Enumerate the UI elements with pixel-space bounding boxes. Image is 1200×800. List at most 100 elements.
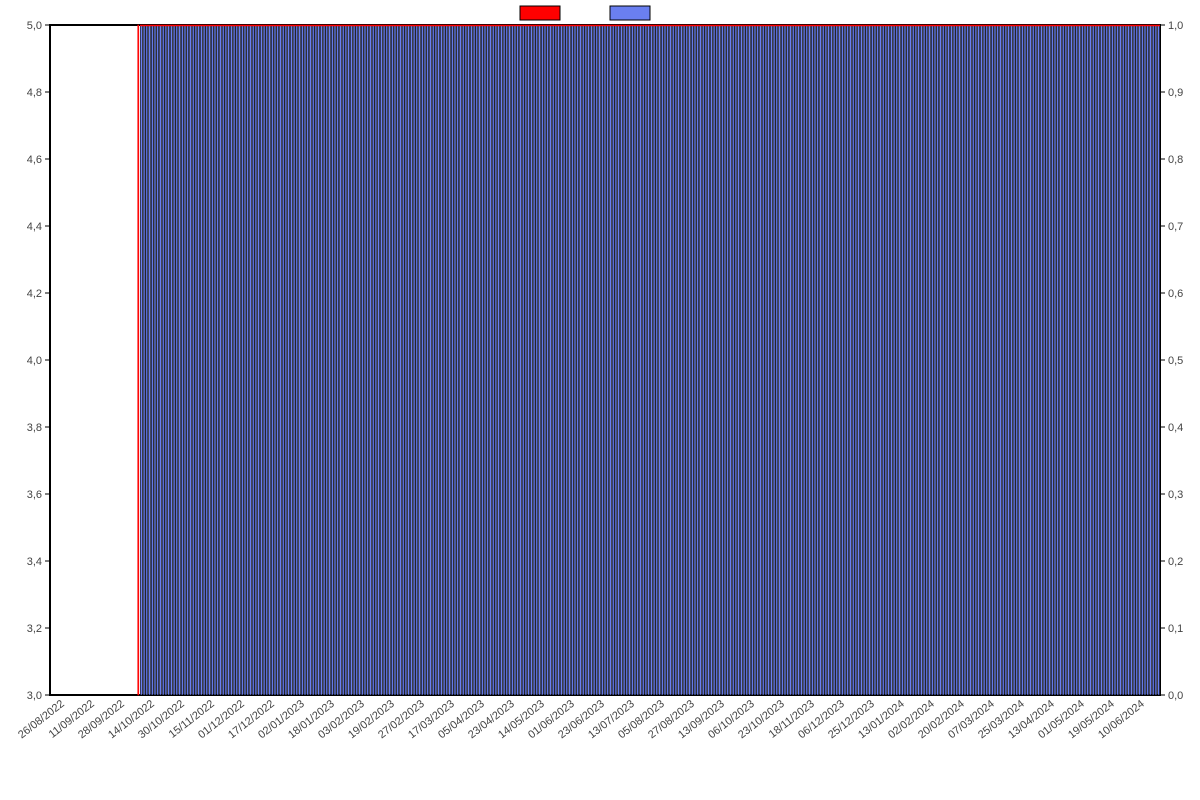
- bar-series2: [915, 25, 917, 695]
- bar-series2: [689, 25, 691, 695]
- bar-series2: [1103, 25, 1105, 695]
- bar-series2: [473, 25, 475, 695]
- bar-series2: [1098, 25, 1100, 695]
- bar-series2: [168, 25, 170, 695]
- bar-series2: [847, 25, 849, 695]
- bar-series2: [863, 25, 865, 695]
- left-tick-label: 3,0: [27, 690, 42, 702]
- bar-series2: [809, 25, 811, 695]
- bar-series2: [140, 25, 142, 695]
- bar-series2: [749, 25, 751, 695]
- bar-series2: [1087, 25, 1089, 695]
- bar-series2: [165, 25, 167, 695]
- bar-series2: [569, 25, 571, 695]
- right-tick-label: 0,2: [1168, 556, 1183, 568]
- bar-series2: [555, 25, 557, 695]
- bar-series2: [844, 25, 846, 695]
- bar-series2: [743, 25, 745, 695]
- bar-series2: [1084, 25, 1086, 695]
- bar-series2: [1046, 25, 1048, 695]
- bar-series2: [991, 25, 993, 695]
- bar-series2: [498, 25, 500, 695]
- bar-series2: [271, 25, 273, 695]
- bar-series2: [642, 25, 644, 695]
- bar-series2: [446, 25, 448, 695]
- bar-series2: [495, 25, 497, 695]
- left-tick-label: 4,6: [27, 154, 42, 166]
- bar-series2: [629, 25, 631, 695]
- bar-series2: [233, 25, 235, 695]
- bar-series2: [694, 25, 696, 695]
- bar-series2: [247, 25, 249, 695]
- bar-series2: [318, 25, 320, 695]
- bar-series2: [637, 25, 639, 695]
- bar-series2: [181, 25, 183, 695]
- bar-series2: [601, 25, 603, 695]
- bar-series2: [146, 25, 148, 695]
- chart-svg: 3,03,23,43,63,84,04,24,44,64,85,00,00,10…: [0, 0, 1200, 800]
- bar-series2: [724, 25, 726, 695]
- bar-series2: [1133, 25, 1135, 695]
- bar-series2: [798, 25, 800, 695]
- bar-series2: [697, 25, 699, 695]
- bar-series2: [738, 25, 740, 695]
- bar-series2: [1130, 25, 1132, 695]
- bar-series2: [1122, 25, 1124, 695]
- bar-series2: [484, 25, 486, 695]
- bar-series2: [509, 25, 511, 695]
- bar-series2: [236, 25, 238, 695]
- bar-series2: [367, 25, 369, 695]
- bar-series2: [1057, 25, 1059, 695]
- bar-series2: [740, 25, 742, 695]
- bar-series2: [1144, 25, 1146, 695]
- bar-series2: [350, 25, 352, 695]
- bar-series2: [206, 25, 208, 695]
- left-tick-label: 3,6: [27, 489, 42, 501]
- bar-series2: [200, 25, 202, 695]
- bar-series2: [427, 25, 429, 695]
- bar-series2: [476, 25, 478, 695]
- bar-series2: [926, 25, 928, 695]
- bar-series2: [203, 25, 205, 695]
- bar-series2: [866, 25, 868, 695]
- bar-series2: [997, 25, 999, 695]
- bar-series2: [620, 25, 622, 695]
- bar-series2: [784, 25, 786, 695]
- bar-series2: [293, 25, 295, 695]
- left-tick-label: 4,0: [27, 355, 42, 367]
- bar-series2: [596, 25, 598, 695]
- bar-series2: [879, 25, 881, 695]
- bar-series2: [342, 25, 344, 695]
- bar-series2: [481, 25, 483, 695]
- left-tick-label: 4,8: [27, 87, 42, 99]
- bar-series2: [369, 25, 371, 695]
- bar-series2: [1027, 25, 1029, 695]
- bar-series2: [1029, 25, 1031, 695]
- bar-series2: [489, 25, 491, 695]
- bar-series2: [885, 25, 887, 695]
- legend-swatch-series2: [610, 6, 650, 20]
- bar-series2: [762, 25, 764, 695]
- right-tick-label: 0,3: [1168, 489, 1183, 501]
- bar-series2: [593, 25, 595, 695]
- bar-series2: [424, 25, 426, 695]
- bar-series2: [639, 25, 641, 695]
- bar-series2: [874, 25, 876, 695]
- bar-series2: [1117, 25, 1119, 695]
- bar-series2: [1005, 25, 1007, 695]
- bar-series2: [787, 25, 789, 695]
- bar-series1: [138, 25, 139, 695]
- bar-series2: [449, 25, 451, 695]
- bar-series2: [956, 25, 958, 695]
- bar-series2: [1013, 25, 1015, 695]
- bar-series2: [266, 25, 268, 695]
- bar-series2: [506, 25, 508, 695]
- bar-series2: [391, 25, 393, 695]
- bar-series2: [855, 25, 857, 695]
- bar-series2: [836, 25, 838, 695]
- bar-series2: [470, 25, 472, 695]
- right-tick-label: 0,1: [1168, 623, 1183, 635]
- bar-series2: [918, 25, 920, 695]
- bar-series2: [623, 25, 625, 695]
- bar-series2: [830, 25, 832, 695]
